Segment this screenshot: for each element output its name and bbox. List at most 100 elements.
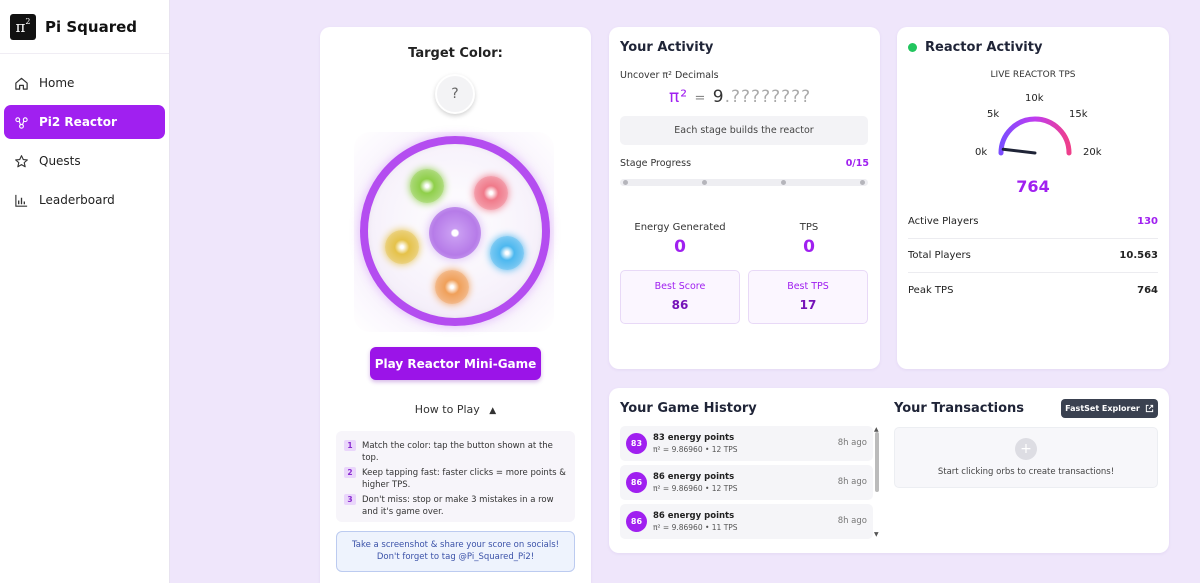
live-tps-label: LIVE REACTOR TPS <box>990 70 1076 80</box>
history-sub: π² = 9.86960 • 12 TPS <box>653 484 738 493</box>
fastset-explorer-button[interactable]: FastSet Explorer <box>1061 399 1158 418</box>
list-item: 86 86 energy points π² = 9.86960 • 12 TPS… <box>620 465 873 500</box>
total-players-row: Total Players 10.563 <box>908 239 1158 273</box>
best-tps-box: Best TPS 17 <box>748 270 868 324</box>
sidebar-item-home[interactable]: Home <box>4 66 165 100</box>
best-score-label: Best Score <box>654 281 706 292</box>
tps-value: 0 <box>803 237 815 257</box>
history-sub: π² = 9.86960 • 11 TPS <box>653 523 738 532</box>
score-badge: 86 <box>626 511 647 532</box>
best-score-value: 86 <box>671 298 689 312</box>
reactor-card: Target Color: ? Play Reactor Mini-Game H… <box>320 27 591 583</box>
fastset-explorer-label: FastSet Explorer <box>1065 404 1140 413</box>
rule-item: 2 Keep tapping fast: faster clicks = more… <box>344 467 567 491</box>
history-card: Your Game History 83 83 energy points π² … <box>609 388 1169 553</box>
list-item: 86 86 energy points π² = 9.86960 • 11 TPS… <box>620 504 873 539</box>
game-history-list[interactable]: 83 83 energy points π² = 9.86960 • 12 TPS… <box>620 426 873 542</box>
total-players-value: 10.563 <box>1119 250 1158 261</box>
transactions-empty-state: + Start clicking orbs to create transact… <box>894 427 1158 488</box>
bar-chart-icon <box>15 194 28 207</box>
target-color-label: Target Color: <box>408 46 503 61</box>
how-to-play-toggle[interactable]: How to Play ▲ <box>320 403 591 416</box>
energy-generated-label: Energy Generated <box>634 222 726 233</box>
gauge-arc <box>998 116 1072 156</box>
orb-yellow[interactable] <box>385 230 419 264</box>
energy-generated-value: 0 <box>674 237 686 257</box>
center-orb[interactable] <box>429 207 481 259</box>
transactions-title: Your Transactions <box>894 401 1025 416</box>
stage-note: Each stage builds the reactor <box>620 116 868 145</box>
rules-list: 1 Match the color: tap the button shown a… <box>336 431 575 522</box>
target-color-value: ? <box>451 86 459 102</box>
rule-text: Keep tapping fast: faster clicks = more … <box>362 468 566 490</box>
sidebar-item-label: Quests <box>39 154 81 168</box>
best-score-box: Best Score 86 <box>620 270 740 324</box>
activity-title: Your Activity <box>620 40 714 55</box>
active-players-row: Active Players 130 <box>908 205 1158 239</box>
sidebar-item-label: Pi2 Reactor <box>39 115 117 129</box>
active-players-label: Active Players <box>908 216 979 227</box>
stage-marker <box>623 180 628 185</box>
play-reactor-button[interactable]: Play Reactor Mini-Game <box>370 347 541 380</box>
sidebar-item-label: Leaderboard <box>39 193 115 207</box>
pi-symbol: π² <box>669 87 689 107</box>
activity-card: Your Activity Uncover π² Decimals π² = 9… <box>609 27 880 369</box>
star-icon <box>15 154 28 167</box>
brand[interactable]: π2 Pi Squared <box>0 0 169 54</box>
plus-icon: + <box>1015 438 1037 460</box>
rule-item: 3 Don't miss: stop or make 3 mistakes in … <box>344 494 567 518</box>
sidebar: π2 Pi Squared Home Pi2 Reactor Quests Le… <box>0 0 170 583</box>
stage-marker <box>860 180 865 185</box>
tps-gauge: 0k 5k 10k 15k 20k <box>975 93 1102 158</box>
gauge-tick-label: 10k <box>1025 93 1044 104</box>
transactions-empty-text: Start clicking orbs to create transactio… <box>937 467 1115 477</box>
history-time: 8h ago <box>837 516 867 526</box>
external-link-icon <box>1145 404 1153 413</box>
stage-progress-count: 0/15 <box>845 158 869 169</box>
reactor-icon <box>15 116 28 129</box>
tps-label: TPS <box>799 222 819 233</box>
best-tps-value: 17 <box>799 298 817 312</box>
history-title: 86 energy points <box>653 511 735 521</box>
rule-text: Match the color: tap the button shown at… <box>362 441 553 463</box>
rule-text: Don't miss: stop or make 3 mistakes in a… <box>362 495 554 517</box>
history-time: 8h ago <box>837 477 867 487</box>
orb-blue[interactable] <box>490 236 524 270</box>
gauge-needle <box>1001 147 1037 155</box>
share-note: Take a screenshot & share your score on … <box>336 531 575 572</box>
reactor-ring <box>360 136 550 326</box>
pi-equals: = <box>694 91 707 106</box>
brand-name: Pi Squared <box>45 17 138 36</box>
rule-number: 3 <box>344 494 356 505</box>
sidebar-item-label: Home <box>39 76 75 90</box>
gauge-value: 764 <box>1016 177 1050 196</box>
active-players-value: 130 <box>1137 216 1158 227</box>
stage-progress-label: Stage Progress <box>620 158 692 169</box>
pi-hidden-decimals: .???????? <box>724 87 812 107</box>
orb-red[interactable] <box>474 176 508 210</box>
orb-green[interactable] <box>410 169 444 203</box>
sidebar-item-quests[interactable]: Quests <box>4 144 165 178</box>
best-tps-label: Best TPS <box>787 281 829 292</box>
scroll-down-icon[interactable]: ▼ <box>874 531 879 538</box>
sidebar-item-leaderboard[interactable]: Leaderboard <box>4 183 165 217</box>
reactor-activity-title: Reactor Activity <box>925 40 1043 55</box>
history-sub: π² = 9.86960 • 12 TPS <box>653 445 738 454</box>
gauge-tick-label: 0k <box>975 147 987 158</box>
how-to-play-label: How to Play <box>414 403 480 416</box>
orb-orange[interactable] <box>435 270 469 304</box>
history-time: 8h ago <box>837 438 867 448</box>
rule-number: 2 <box>344 467 356 478</box>
stage-progress-bar <box>620 179 868 186</box>
reactor-activity-card: Reactor Activity LIVE REACTOR TPS 0k 5k … <box>897 27 1169 369</box>
scrollbar-thumb[interactable] <box>875 432 879 492</box>
total-players-label: Total Players <box>908 250 971 261</box>
history-title: 83 energy points <box>653 433 735 443</box>
rule-item: 1 Match the color: tap the button shown a… <box>344 440 567 464</box>
history-title: 86 energy points <box>653 472 735 482</box>
pi-squared-logo: π2 <box>10 13 36 40</box>
peak-tps-row: Peak TPS 764 <box>908 273 1158 307</box>
stage-marker <box>781 180 786 185</box>
sidebar-item-pi2-reactor[interactable]: Pi2 Reactor <box>4 105 165 139</box>
sidebar-nav: Home Pi2 Reactor Quests Leaderboard <box>0 54 169 217</box>
